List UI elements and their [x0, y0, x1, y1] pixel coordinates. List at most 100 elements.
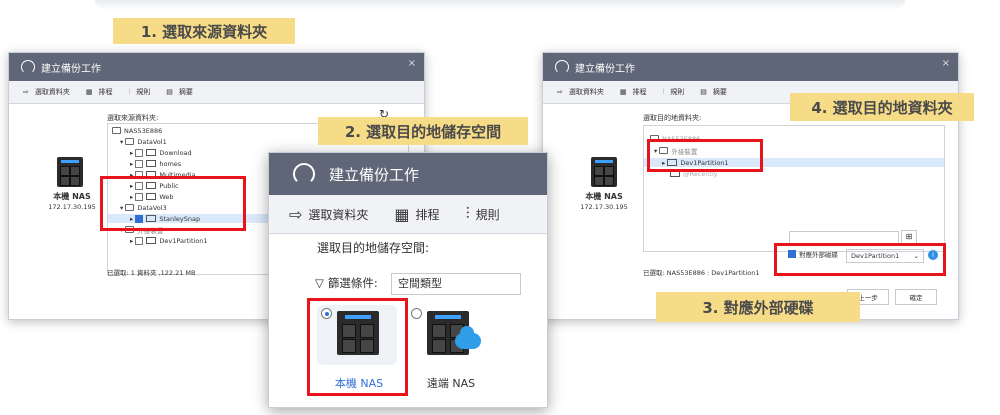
- tab-schedule[interactable]: ▦ 排程: [620, 87, 647, 97]
- folder-icon: [146, 160, 157, 167]
- tab-label: 選取資料夾: [568, 88, 604, 96]
- tab-rules[interactable]: ⫶ 規則: [466, 204, 500, 224]
- section-label: 選取目的地儲存空間:: [317, 241, 430, 255]
- title-bar: 建立備份工作 ×: [543, 53, 958, 81]
- selected-summary: 已選取: 1 資料夾 ,122.21 MB: [107, 269, 196, 277]
- calendar-icon: ▦: [85, 88, 93, 96]
- nas-bay: [432, 324, 446, 338]
- device-ip: 172.17.30.195: [580, 203, 628, 211]
- close-icon[interactable]: ×: [942, 58, 950, 69]
- folder-arrow-icon: ⇨: [23, 88, 29, 96]
- tab-summary[interactable]: ▤ 摘要: [166, 87, 193, 97]
- checkbox[interactable]: [135, 236, 144, 245]
- highlight-map-external: [774, 243, 946, 276]
- tab-label: 排程: [98, 88, 113, 96]
- window-title: 建立備份工作: [329, 165, 420, 184]
- tab-select-folder[interactable]: ⇨ 選取資料夾: [289, 205, 368, 224]
- nas-bay: [604, 176, 614, 186]
- tab-rules[interactable]: ⫶ 規則: [129, 87, 151, 97]
- tab-label: 選取資料夾: [34, 88, 70, 96]
- top-shadow: [95, 0, 905, 10]
- tab-label: 排程: [415, 207, 440, 222]
- tree-label: homes: [159, 159, 182, 168]
- radio-remote-nas[interactable]: [411, 308, 422, 319]
- cloud-puff: [460, 326, 474, 340]
- ok-button[interactable]: 確定: [895, 289, 937, 305]
- cloud-icon: [455, 326, 481, 349]
- folder-arrow-icon: ⇨: [289, 204, 303, 224]
- title-bar: 建立備份工作 ×: [9, 53, 424, 81]
- nas-bay: [70, 166, 80, 176]
- nas-display: [61, 160, 79, 163]
- close-icon[interactable]: ×: [408, 58, 416, 69]
- qnap-logo-icon: [555, 60, 569, 74]
- tab-bar: ⇨ 選取資料夾 ▦ 排程 ⫶ 規則: [269, 195, 547, 234]
- tab-label: 規則: [670, 88, 685, 96]
- nas-device-icon: [57, 157, 83, 187]
- step4-label: 4. 選取目的地資料夾: [790, 93, 974, 121]
- nas-bay: [432, 339, 446, 353]
- title-bar: 建立備份工作: [269, 153, 547, 195]
- checkbox[interactable]: [135, 148, 144, 157]
- sliders-icon: ⫶: [465, 204, 470, 223]
- window-title: 建立備份工作: [575, 63, 635, 75]
- new-folder-icon[interactable]: ⊞: [901, 230, 917, 244]
- tab-label: 摘要: [712, 88, 727, 96]
- tab-bar: ⇨ 選取資料夾 ▦ 排程 ⫶ 規則 ▤ 摘要: [9, 81, 424, 104]
- section-label: 選取目的地資料夾:: [643, 114, 702, 122]
- highlight-source-folder: [100, 176, 246, 231]
- tab-schedule[interactable]: ▦ 排程: [394, 205, 439, 224]
- volume-icon: [125, 138, 135, 145]
- sliders-icon: ⫶: [662, 87, 665, 96]
- tab-label: 規則: [475, 207, 500, 222]
- folder-icon: [146, 149, 157, 156]
- tree-label: NAS53E886: [124, 126, 163, 135]
- folder-icon: [146, 237, 157, 244]
- highlight-destination-folder: [647, 139, 763, 172]
- tab-label: 選取資料夾: [308, 207, 369, 222]
- tab-summary[interactable]: ▤ 摘要: [700, 87, 727, 97]
- tab-schedule[interactable]: ▦ 排程: [86, 87, 113, 97]
- nas-bay: [60, 176, 70, 186]
- filter-row: ▽ 篩選條件:: [315, 275, 378, 291]
- window-title: 建立備份工作: [41, 63, 101, 75]
- filter-icon: ▽: [315, 276, 324, 290]
- nas-bay: [594, 166, 604, 176]
- calendar-icon: ▦: [394, 204, 410, 224]
- folder-arrow-icon: ⇨: [557, 88, 563, 96]
- device-name: 本機 NAS: [53, 192, 91, 201]
- tab-select-folder[interactable]: ⇨ 選取資料夾: [23, 87, 70, 97]
- nas-device-icon: [591, 157, 617, 187]
- tab-label: 摘要: [178, 88, 193, 96]
- tree-label: Dev1Partition1: [159, 236, 208, 245]
- section-label: 選取來源資料夾:: [107, 114, 159, 122]
- nas-bay: [70, 176, 80, 186]
- tree-label: DataVol1: [137, 137, 167, 146]
- checkbox[interactable]: [135, 159, 144, 168]
- selected-summary: 已選取: NAS53E886 : Dev1Partition1: [643, 269, 760, 277]
- nas-display: [435, 315, 461, 319]
- nas-bay: [60, 166, 70, 176]
- step1-label: 1. 選取來源資料夾: [113, 18, 295, 44]
- option-remote-label: 遠端 NAS: [426, 377, 476, 390]
- tree-label: Download: [159, 148, 192, 157]
- tab-rules[interactable]: ⫶ 規則: [663, 87, 685, 97]
- qnap-logo-icon: [21, 60, 35, 74]
- device-name: 本機 NAS: [585, 192, 623, 201]
- step2-label: 2. 選取目的地儲存空間: [318, 117, 528, 145]
- filter-input[interactable]: 空間類型: [391, 273, 521, 295]
- tab-label: 排程: [632, 88, 647, 96]
- backup-window-destination-storage: 建立備份工作 ⇨ 選取資料夾 ▦ 排程 ⫶ 規則 選取目的地儲存空間: ▽ 篩選條件:…: [268, 152, 548, 408]
- step3-label: 3. 對應外部硬碟: [656, 292, 860, 322]
- tab-label: 規則: [136, 88, 151, 96]
- sliders-icon: ⫶: [128, 87, 131, 96]
- calendar-icon: ▦: [619, 88, 627, 96]
- qnap-logo-icon: [293, 163, 315, 185]
- device-ip: 172.17.30.195: [48, 203, 96, 211]
- nas-bay: [594, 176, 604, 186]
- summary-icon: ▤: [166, 88, 173, 96]
- nas-icon: [112, 127, 121, 134]
- nas-bay: [604, 166, 614, 176]
- tab-select-folder[interactable]: ⇨ 選取資料夾: [557, 87, 604, 97]
- summary-icon: ▤: [700, 88, 707, 96]
